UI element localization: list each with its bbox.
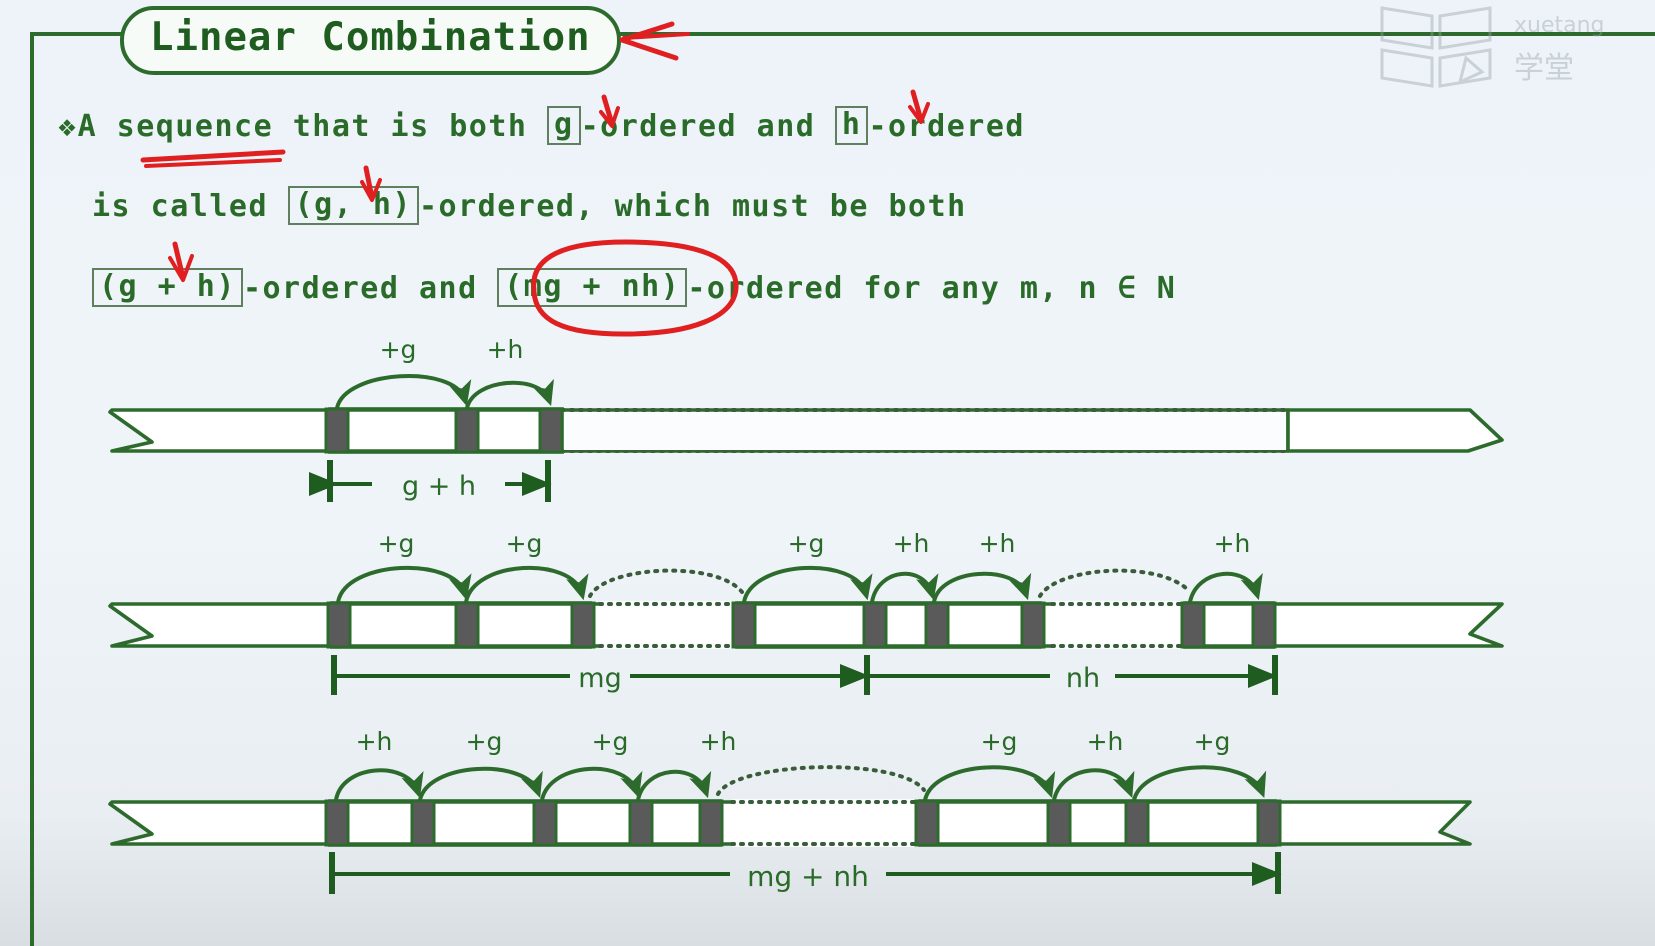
bullet-line-3: (g + h) -ordered and (mg + nh) -ordered fo… (92, 268, 1177, 309)
row1-tick-1 (454, 407, 480, 454)
row1-tick-0 (324, 407, 350, 454)
boxed-h: h (834, 106, 869, 145)
row1-arc-label-1: +h (487, 335, 524, 364)
diagram-row3: +h +g +g +h +g +h +g mg + nh (108, 727, 1472, 894)
boxed-g-plus-h: (g + h) (92, 268, 243, 307)
boxed-g: g (547, 106, 581, 145)
row1-ribbon-right (1286, 408, 1504, 453)
row3-arc-label-1: +g (466, 727, 503, 756)
bullet-line-1: ❖A sequence that is both g -ordered and h… (58, 106, 1025, 147)
line1-text-b: -ordered and (580, 109, 835, 144)
row2-measure-label-mg: mg (578, 663, 621, 694)
diagram-row1: +g +h g + h (108, 335, 1504, 502)
row2-arc-label-3: +h (893, 529, 930, 558)
bullet-line-2: is called (g, h) -ordered, which must be … (92, 186, 967, 227)
row1-arc-label-0: +g (380, 335, 417, 364)
row2-arc-label-0: +g (378, 529, 415, 558)
bullet-marker-icon: ❖ (58, 109, 78, 144)
page-title: Linear Combination (120, 6, 621, 75)
row1-tick-2 (538, 407, 564, 454)
row3-arcs (334, 765, 1267, 801)
slide-canvas: xuetang 学堂 Linear Combination ❖A sequenc… (0, 0, 1655, 946)
line3-text-a: -ordered and (242, 271, 498, 306)
row1-ribbon-mask (564, 412, 1286, 450)
row1-arc-1 (465, 378, 554, 409)
row2-arc-label-1: +g (506, 529, 543, 558)
row2-measure: mg nh (331, 655, 1278, 695)
boxed-mg-plus-nh: (mg + nh) (497, 268, 688, 307)
row3-arc-label-0: +h (356, 727, 393, 756)
line1-text-c: -ordered (868, 109, 1025, 144)
row3-arc-label-5: +h (1087, 727, 1124, 756)
row2-arc-label-4: +h (979, 529, 1016, 558)
row2-arc-label-5: +h (1214, 529, 1251, 558)
line3-text-b: -ordered for any m, n ∈ N (687, 271, 1177, 306)
row3-measure: mg + nh (329, 852, 1282, 894)
diagram-row2: +g +g +g +h +h +h mg nh (108, 529, 1504, 695)
row2-arcs (336, 565, 1263, 603)
boxed-g-h-pair: (g, h) (287, 186, 419, 225)
row2-ribbon (108, 602, 1504, 648)
row3-arc-label-2: +g (592, 727, 629, 756)
row3-measure-label: mg + nh (747, 860, 869, 893)
row2-arc-label-2: +g (788, 529, 825, 558)
line2-text-b: -ordered, which must be both (419, 189, 967, 224)
row3-arc-label-4: +g (981, 727, 1018, 756)
row1-measure-label: g + h (402, 471, 476, 502)
row1-arc-0 (335, 374, 472, 409)
row2-measure-label-nh: nh (1066, 663, 1100, 694)
line1-text-a: A sequence that is both (77, 109, 548, 144)
row3-arc-label-6: +g (1194, 727, 1231, 756)
line2-text-a: is called (92, 189, 288, 224)
row3-arc-label-3: +h (700, 727, 737, 756)
